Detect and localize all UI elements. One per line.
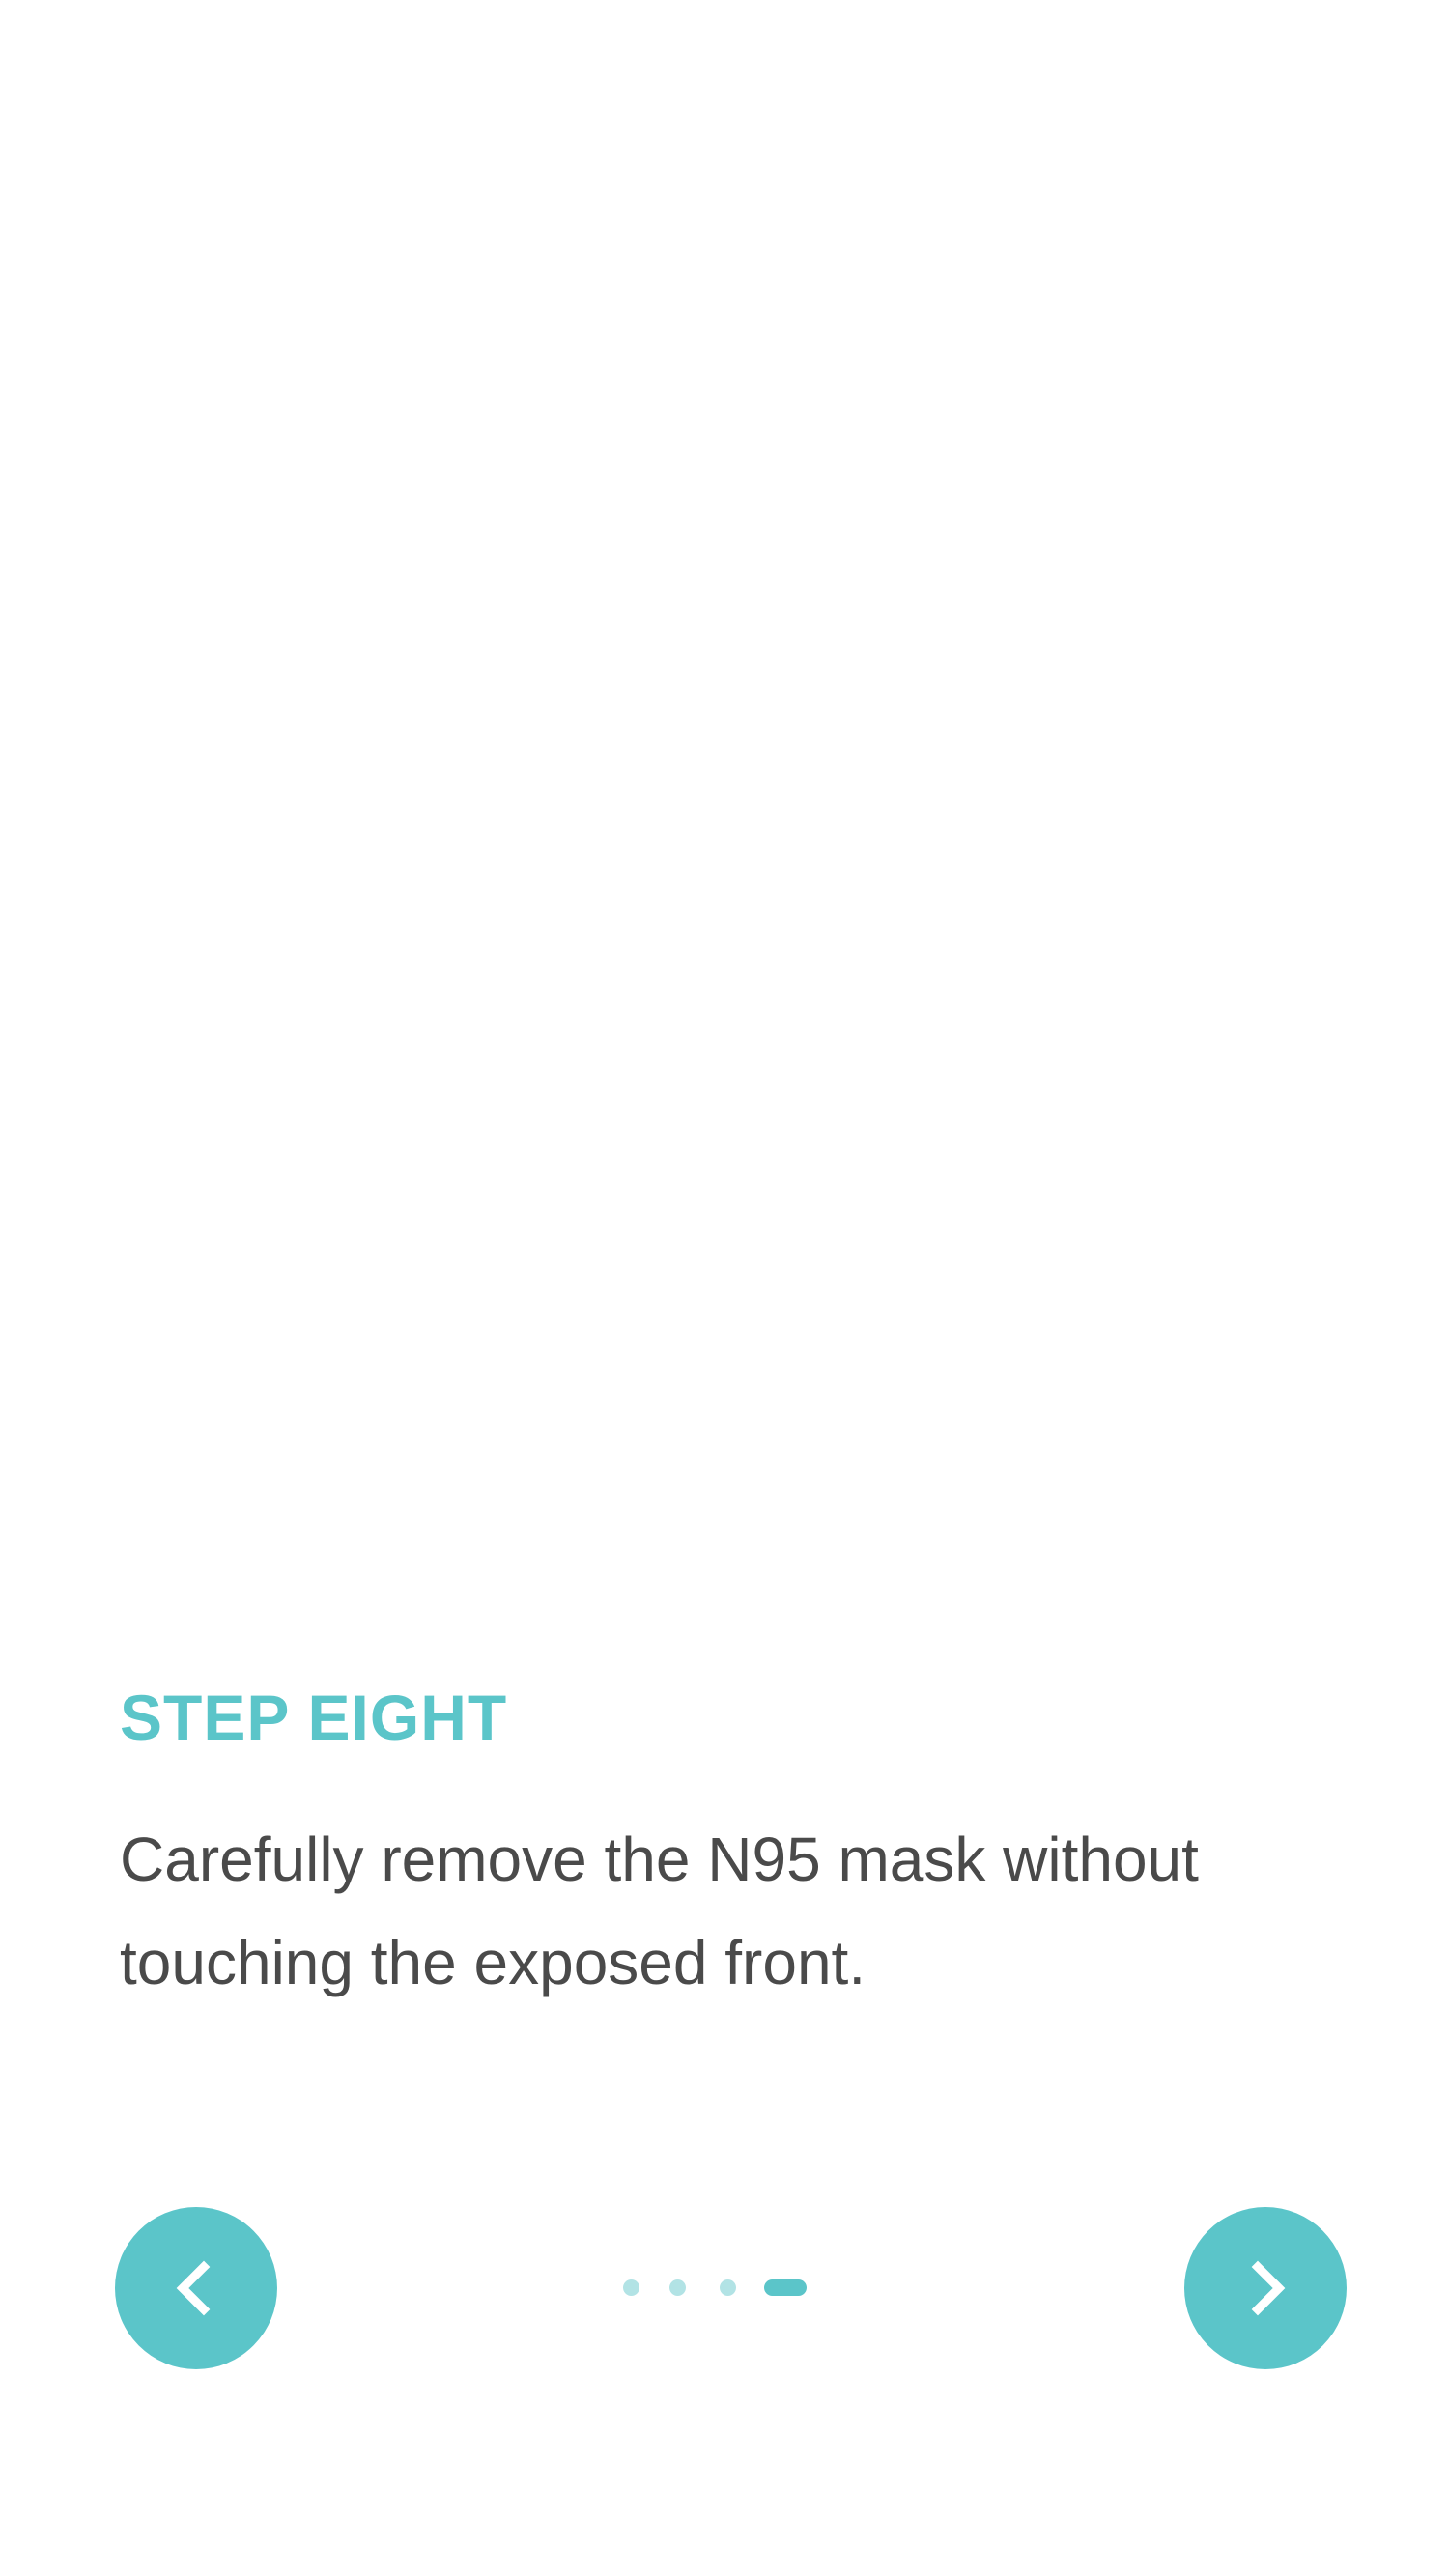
pager-dot[interactable] (720, 2279, 736, 2296)
step-title: STEP EIGHT (120, 1682, 508, 1753)
step-description: Carefully remove the N95 mask without to… (120, 1825, 1199, 1997)
pager-dot[interactable] (623, 2279, 639, 2296)
step-illustration-area (0, 0, 1449, 1642)
chevron-left-icon (167, 2259, 225, 2317)
previous-step-button[interactable] (115, 2207, 277, 2369)
next-step-button[interactable] (1184, 2207, 1347, 2369)
step-pager (623, 2279, 816, 2297)
pager-dot[interactable] (669, 2279, 686, 2296)
chevron-right-icon (1236, 2259, 1294, 2317)
pager-dot-active[interactable] (764, 2279, 807, 2296)
